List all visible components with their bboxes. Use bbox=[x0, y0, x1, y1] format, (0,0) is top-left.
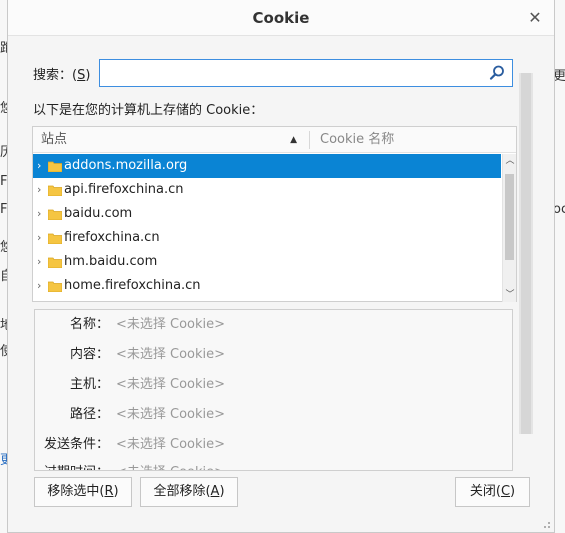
chevron-right-icon[interactable]: › bbox=[37, 154, 47, 178]
folder-icon bbox=[48, 185, 62, 196]
detail-label: 过期时间： bbox=[44, 462, 109, 470]
folder-icon bbox=[48, 233, 62, 244]
cookie-dialog: Cookie ✕ 搜索：(S) 以下是在您的计算机上存储的 Cookie： 站点… bbox=[7, 0, 555, 533]
tree-row-site[interactable]: › baidu.com bbox=[33, 202, 501, 226]
tree-row-site[interactable]: › home.firefoxchina.cn bbox=[33, 274, 501, 298]
tree-row-site[interactable]: › api.firefoxchina.cn bbox=[33, 178, 501, 202]
remove-all-button[interactable]: 全部移除(A) bbox=[140, 477, 238, 507]
search-label: 搜索：(S) bbox=[33, 64, 90, 83]
site-label: api.firefoxchina.cn bbox=[64, 182, 184, 197]
detail-label: 内容： bbox=[69, 347, 109, 362]
search-label-prefix: 搜索：( bbox=[33, 68, 78, 83]
search-input[interactable] bbox=[100, 60, 480, 86]
scroll-down-icon[interactable]: ﹀ bbox=[503, 288, 517, 302]
button-label-suffix: ) bbox=[219, 484, 225, 499]
button-accesskey: R bbox=[104, 484, 114, 499]
button-label-suffix: ) bbox=[510, 484, 516, 499]
sort-ascending-icon: ▲ bbox=[290, 135, 297, 145]
column-divider[interactable] bbox=[309, 131, 310, 149]
site-label: firefoxchina.cn bbox=[64, 230, 160, 245]
resize-grip-icon[interactable] bbox=[541, 519, 551, 529]
dialog-scrollbar-thumb[interactable] bbox=[521, 73, 531, 434]
background-page-right: 更 oc bbox=[553, 0, 565, 533]
close-button[interactable]: 关闭(C) bbox=[455, 477, 530, 507]
site-label: home.firefoxchina.cn bbox=[64, 278, 201, 293]
detail-label: 路径： bbox=[69, 407, 109, 422]
search-label-suffix: ) bbox=[85, 68, 91, 83]
detail-row-send-for: 发送条件： <未选择 Cookie> bbox=[35, 434, 512, 456]
detail-row-content: 内容： <未选择 Cookie> bbox=[35, 344, 512, 366]
folder-icon bbox=[48, 161, 62, 172]
detail-row-name: 名称： <未选择 Cookie> bbox=[35, 314, 512, 336]
dialog-title: Cookie bbox=[252, 9, 310, 27]
detail-row-host: 主机： <未选择 Cookie> bbox=[35, 374, 512, 396]
tree-scrollbar[interactable]: ︿ ﹀ bbox=[502, 154, 516, 302]
tree-header: 站点 ▲ Cookie 名称 bbox=[33, 127, 516, 153]
detail-value: <未选择 Cookie> bbox=[116, 462, 225, 470]
detail-label: 主机： bbox=[69, 377, 109, 392]
button-label: 移除选中( bbox=[47, 484, 105, 499]
detail-value: <未选择 Cookie> bbox=[116, 407, 226, 422]
close-icon[interactable]: ✕ bbox=[525, 8, 545, 28]
chevron-right-icon[interactable]: › bbox=[37, 178, 47, 202]
chevron-right-icon[interactable]: › bbox=[37, 250, 47, 274]
chevron-right-icon[interactable]: › bbox=[37, 226, 47, 250]
background-page-left: 跑 悠 历 F F 悠 自 地 使 更 bbox=[0, 0, 13, 533]
title-bar: Cookie ✕ bbox=[8, 0, 554, 36]
button-accesskey: C bbox=[500, 484, 511, 499]
site-label: addons.mozilla.org bbox=[64, 158, 188, 173]
column-header-cookie-name[interactable]: Cookie 名称 bbox=[320, 127, 394, 153]
button-label: 全部移除( bbox=[153, 484, 211, 499]
search-icon[interactable] bbox=[488, 64, 506, 82]
detail-label: 名称： bbox=[69, 317, 109, 332]
remove-selected-button[interactable]: 移除选中(R) bbox=[34, 477, 132, 507]
detail-row-expires: 过期时间： <未选择 Cookie> bbox=[35, 462, 512, 470]
detail-row-path: 路径： <未选择 Cookie> bbox=[35, 404, 512, 426]
cookie-info-text: 以下是在您的计算机上存储的 Cookie： bbox=[33, 103, 264, 118]
column-site-label: 站点 bbox=[41, 132, 68, 147]
tree-row-site[interactable]: › hm.baidu.com bbox=[33, 250, 501, 274]
dialog-scrollbar[interactable] bbox=[519, 73, 533, 434]
folder-icon bbox=[48, 281, 62, 292]
folder-icon bbox=[48, 209, 62, 220]
detail-value: <未选择 Cookie> bbox=[116, 437, 226, 452]
site-label: hm.baidu.com bbox=[64, 254, 158, 269]
cookie-details-panel: 名称： <未选择 Cookie> 内容： <未选择 Cookie> 主机： <未… bbox=[34, 309, 513, 471]
chevron-right-icon[interactable]: › bbox=[37, 274, 47, 298]
search-box[interactable] bbox=[99, 59, 513, 87]
detail-value: <未选择 Cookie> bbox=[116, 377, 226, 392]
detail-value: <未选择 Cookie> bbox=[116, 347, 226, 362]
tree-row-site[interactable]: › addons.mozilla.org bbox=[33, 154, 501, 178]
chevron-right-icon[interactable]: › bbox=[37, 202, 47, 226]
column-header-site[interactable]: 站点 ▲ bbox=[33, 127, 309, 153]
button-label: 关闭( bbox=[469, 484, 501, 499]
detail-value: <未选择 Cookie> bbox=[116, 317, 226, 332]
scrollbar-thumb[interactable] bbox=[505, 174, 514, 260]
tree-rows: › addons.mozilla.org › api.firefoxchina.… bbox=[33, 154, 501, 302]
site-label: baidu.com bbox=[64, 206, 133, 221]
button-label-suffix: ) bbox=[113, 484, 119, 499]
folder-icon bbox=[48, 257, 62, 268]
tree-row-site[interactable]: › firefoxchina.cn bbox=[33, 226, 501, 250]
scroll-up-icon[interactable]: ︿ bbox=[503, 154, 517, 168]
cookie-site-tree[interactable]: 站点 ▲ Cookie 名称 › addons.mozilla.org › ap… bbox=[32, 126, 517, 302]
detail-label: 发送条件： bbox=[43, 437, 109, 452]
